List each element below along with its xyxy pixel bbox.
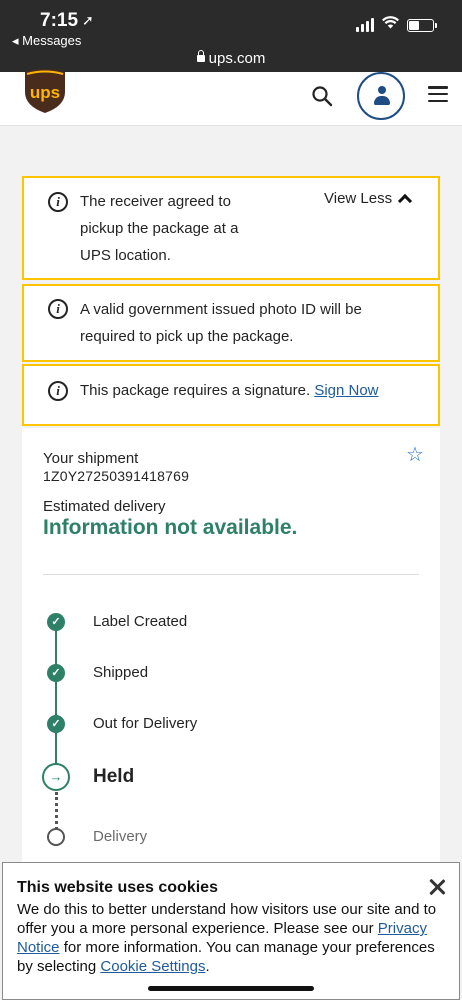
divider — [43, 574, 419, 575]
cookie-settings-link[interactable]: Cookie Settings — [100, 958, 205, 975]
timeline-step-current: Held — [93, 766, 135, 787]
estimated-delivery-label: Estimated delivery — [43, 498, 166, 515]
cookie-banner: This website uses cookies We do this to … — [2, 862, 460, 1000]
check-icon: ✓ — [47, 664, 65, 682]
shipment-label: Your shipment — [43, 450, 139, 467]
info-icon: i — [48, 381, 68, 401]
lock-icon — [196, 50, 205, 62]
close-icon[interactable] — [427, 877, 447, 897]
system-icons — [356, 16, 437, 32]
check-icon: ✓ — [47, 613, 65, 631]
alert-text: A valid government issued photo ID will … — [80, 301, 362, 345]
cellular-signal-icon — [356, 18, 374, 32]
arrow-right-circle-icon: → — [42, 763, 70, 791]
address-bar[interactable]: ups.com — [0, 50, 462, 67]
cookie-text: We do this to better understand how visi… — [17, 901, 437, 975]
home-indicator — [148, 986, 314, 991]
alert-text: The receiver agreed to pickup the packag… — [80, 193, 239, 264]
info-icon: i — [48, 192, 68, 212]
shipment-card: Your shipment 1Z0Y27250391418769 ☆ Estim… — [22, 428, 440, 888]
empty-circle-icon — [47, 828, 65, 846]
alert-text-container: This package requires a signature. Sign … — [80, 377, 420, 404]
status-bar: 7:15 ➚ ◂ Messages ups.com — [0, 0, 462, 72]
location-arrow-icon: ➚ — [82, 12, 94, 28]
timeline-step: Label Created — [93, 613, 188, 630]
back-to-messages[interactable]: ◂ Messages — [12, 33, 81, 49]
clock: 7:15 — [40, 10, 79, 31]
search-icon[interactable] — [310, 84, 334, 108]
chevron-up-icon — [398, 193, 413, 209]
pending-progress-line — [55, 792, 58, 830]
timeline-step: Out for Delivery — [93, 715, 198, 732]
battery-icon — [407, 19, 437, 32]
tracking-number: 1Z0Y27250391418769 — [43, 468, 190, 484]
progress-line — [55, 620, 57, 772]
timeline-step: Shipped — [93, 664, 149, 681]
view-less-label: View Less — [324, 190, 393, 207]
alert-text: This package requires a signature. — [80, 382, 311, 399]
logo-text: ups — [30, 83, 60, 102]
view-less-toggle[interactable]: View Less — [324, 190, 413, 209]
ups-logo[interactable]: ups — [22, 68, 68, 114]
alert-photo-id: i A valid government issued photo ID wil… — [22, 284, 440, 362]
info-icon: i — [48, 299, 68, 319]
check-icon: ✓ — [47, 715, 65, 733]
url-text: ups.com — [208, 50, 266, 67]
user-icon — [378, 86, 386, 94]
timeline-step: Delivery — [93, 828, 148, 845]
star-icon[interactable]: ☆ — [406, 442, 424, 467]
wifi-icon — [382, 16, 399, 32]
hamburger-menu-icon[interactable] — [428, 84, 448, 104]
estimated-delivery-value: Information not available. — [43, 516, 298, 539]
account-button[interactable] — [357, 72, 405, 120]
alert-pickup-location: i The receiver agreed to pickup the pack… — [22, 176, 440, 280]
cookie-title: This website uses cookies — [17, 879, 218, 896]
alert-signature: i This package requires a signature. Sig… — [22, 364, 440, 426]
sign-now-link[interactable]: Sign Now — [314, 382, 378, 399]
site-header: ups — [0, 69, 462, 126]
